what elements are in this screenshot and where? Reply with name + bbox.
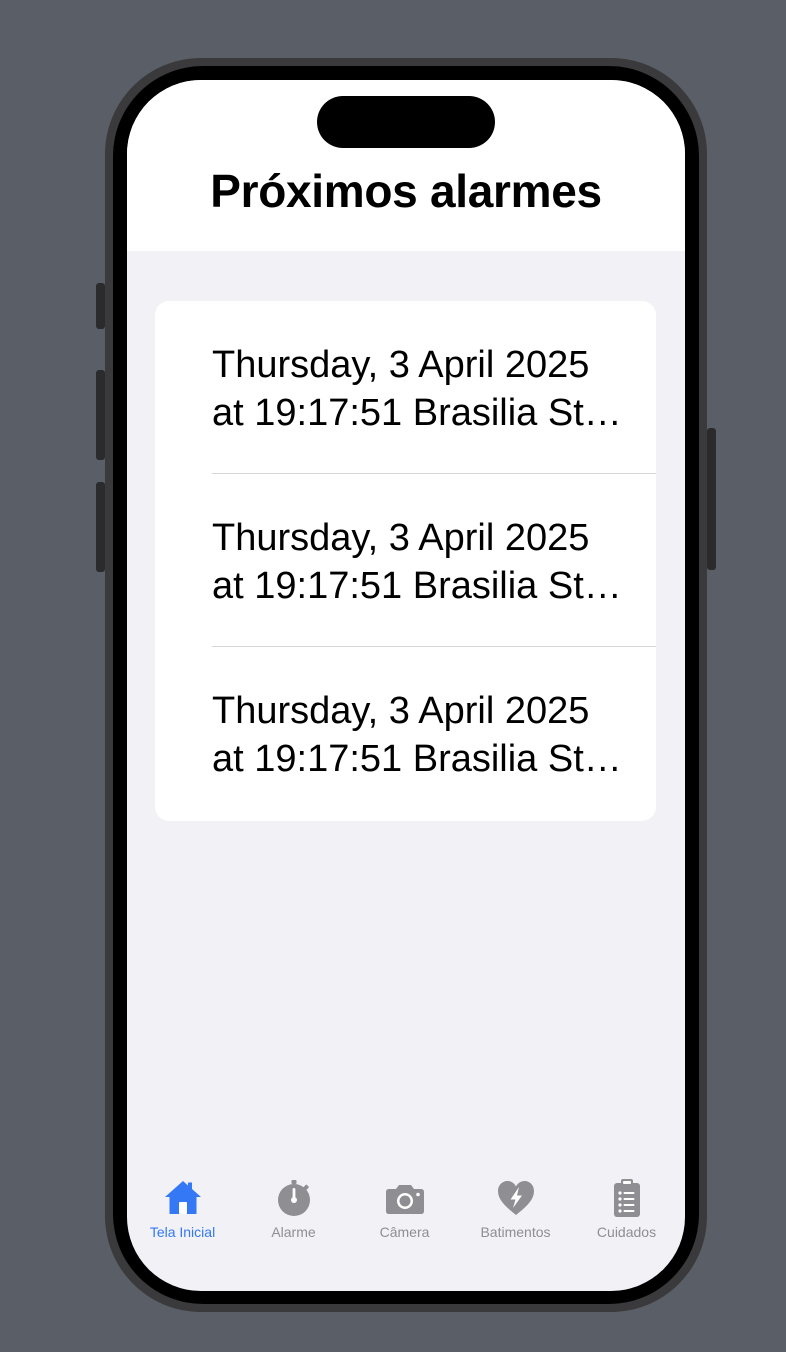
tab-label: Batimentos: [480, 1224, 551, 1240]
tab-tela-inicial[interactable]: Tela Inicial: [127, 1170, 238, 1250]
alarm-time: at 19:17:51 Brasilia Sta...: [212, 738, 632, 780]
tab-alarme[interactable]: Alarme: [238, 1170, 349, 1250]
tab-label: Câmera: [379, 1224, 430, 1240]
tab-bar: Tela Inicial Alarme Câmera Batimentos Cu…: [127, 1170, 685, 1250]
house-icon: [165, 1181, 201, 1214]
alarm-row[interactable]: Thursday, 3 April 2025 at 19:17:51 Brasi…: [155, 301, 656, 474]
alarm-datetime: Thursday, 3 April 2025 at 19:17:51 Brasi…: [212, 341, 632, 437]
alarm-list: Thursday, 3 April 2025 at 19:17:51 Brasi…: [155, 301, 656, 821]
alarm-datetime: Thursday, 3 April 2025 at 19:17:51 Brasi…: [212, 687, 632, 783]
app-screen: Próximos alarmes Thursday, 3 April 2025 …: [127, 80, 685, 1291]
tab-label: Alarme: [271, 1224, 316, 1240]
tab-camera[interactable]: Câmera: [349, 1170, 460, 1250]
alarm-row[interactable]: Thursday, 3 April 2025 at 19:17:51 Brasi…: [155, 647, 656, 820]
alarm-date: Thursday, 3 April 2025: [212, 344, 590, 386]
camera-icon: [386, 1185, 424, 1214]
alarm-datetime: Thursday, 3 April 2025 at 19:17:51 Brasi…: [212, 514, 632, 610]
alarm-date: Thursday, 3 April 2025: [212, 517, 590, 559]
page-title: Próximos alarmes: [210, 165, 602, 217]
alarm-time: at 19:17:51 Brasilia Sta...: [212, 565, 632, 607]
navigation-header: Próximos alarmes: [127, 80, 685, 251]
clipboard-list-icon: [614, 1179, 640, 1217]
tab-batimentos[interactable]: Batimentos: [460, 1170, 571, 1250]
volume-down-button: [96, 482, 105, 572]
volume-up-button: [96, 370, 105, 460]
stopwatch-icon: [278, 1180, 310, 1216]
tab-label: Tela Inicial: [149, 1224, 216, 1240]
tab-cuidados[interactable]: Cuidados: [571, 1170, 682, 1250]
power-button: [707, 428, 716, 570]
alarm-row[interactable]: Thursday, 3 April 2025 at 19:17:51 Brasi…: [155, 474, 656, 647]
dynamic-island: [317, 96, 495, 148]
heart-bolt-icon: [498, 1181, 534, 1215]
alarm-date: Thursday, 3 April 2025: [212, 690, 590, 732]
tab-label: Cuidados: [596, 1224, 657, 1240]
alarm-time: at 19:17:51 Brasilia Sta...: [212, 392, 632, 434]
silent-switch: [96, 283, 105, 329]
